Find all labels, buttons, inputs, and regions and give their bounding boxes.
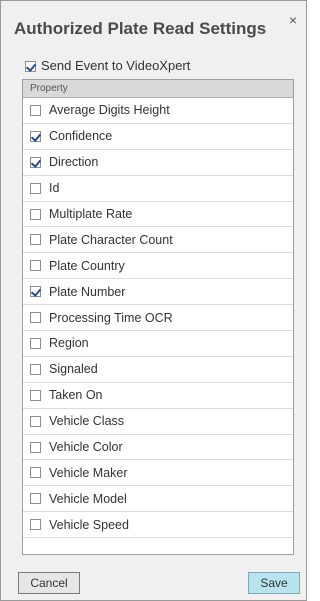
property-label: Average Digits Height [49, 103, 170, 118]
property-label: Vehicle Color [49, 440, 123, 455]
property-checkbox[interactable] [30, 130, 41, 142]
dialog-title: Authorized Plate Read Settings [14, 19, 267, 38]
property-row[interactable]: Taken On [23, 383, 293, 409]
property-checkbox[interactable] [30, 519, 41, 531]
property-row[interactable]: Confidence [23, 124, 293, 150]
property-checkbox[interactable] [30, 415, 41, 427]
send-event-label: Send Event to VideoXpert [41, 58, 191, 73]
property-checkbox[interactable] [30, 104, 41, 116]
property-row[interactable]: Region [23, 331, 293, 357]
send-event-row[interactable]: Send Event to VideoXpert [25, 58, 190, 73]
property-column-header: Property [23, 80, 293, 98]
property-checkbox[interactable] [30, 441, 41, 453]
property-row[interactable]: Vehicle Speed [23, 512, 293, 539]
property-label: Vehicle Speed [49, 517, 129, 532]
property-label: Id [49, 181, 60, 196]
save-button[interactable]: Save [248, 572, 300, 594]
property-label: Plate Character Count [49, 232, 173, 247]
property-row[interactable]: Vehicle Maker [23, 460, 293, 487]
property-row[interactable]: Average Digits Height [23, 98, 293, 124]
property-checkbox[interactable] [30, 363, 41, 375]
settings-dialog: Authorized Plate Read Settings × Send Ev… [0, 0, 307, 601]
property-label: Vehicle Class [49, 414, 125, 429]
cancel-button[interactable]: Cancel [18, 572, 80, 594]
property-label: Multiplate Rate [49, 207, 133, 221]
property-row[interactable]: Id [23, 176, 293, 202]
property-checkbox[interactable] [30, 389, 41, 401]
property-label: Region [49, 336, 89, 351]
property-checkbox[interactable] [30, 467, 41, 479]
property-label: Plate Number [49, 284, 126, 299]
property-row[interactable]: Plate Character Count [23, 227, 293, 254]
property-checkbox[interactable] [30, 182, 41, 194]
property-label: Plate Country [49, 258, 125, 273]
property-row[interactable]: Vehicle Color [23, 435, 293, 461]
close-icon[interactable]: × [289, 13, 297, 27]
property-label: Direction [49, 155, 99, 170]
property-label: Vehicle Model [49, 491, 127, 506]
property-row[interactable]: Vehicle Class [23, 409, 293, 435]
send-event-checkbox[interactable] [25, 61, 36, 73]
property-label: Confidence [49, 129, 113, 144]
property-label: Signaled [49, 362, 98, 377]
property-checkbox[interactable] [30, 493, 41, 505]
property-row[interactable]: Plate Number [23, 279, 293, 306]
property-label: Taken On [49, 388, 103, 403]
property-checkbox[interactable] [30, 156, 41, 168]
property-checkbox[interactable] [30, 208, 41, 220]
property-row[interactable]: Vehicle Model [23, 486, 293, 513]
property-checkbox[interactable] [30, 260, 41, 272]
property-row[interactable]: Multiplate Rate [23, 202, 293, 228]
property-checkbox[interactable] [30, 312, 41, 324]
property-checkbox[interactable] [30, 337, 41, 349]
property-row[interactable]: Direction [23, 150, 293, 176]
property-table: Property Average Digits Height Confidence… [22, 79, 294, 555]
property-checkbox[interactable] [30, 286, 41, 298]
property-row[interactable]: Signaled [23, 357, 293, 383]
property-checkbox[interactable] [30, 234, 41, 246]
property-label: Vehicle Maker [49, 465, 128, 480]
property-label: Processing Time OCR [49, 310, 173, 325]
property-list: Average Digits Height Confidence Direction… [23, 98, 293, 539]
property-row[interactable]: Plate Country [23, 253, 293, 280]
property-row[interactable]: Processing Time OCR [23, 305, 293, 332]
